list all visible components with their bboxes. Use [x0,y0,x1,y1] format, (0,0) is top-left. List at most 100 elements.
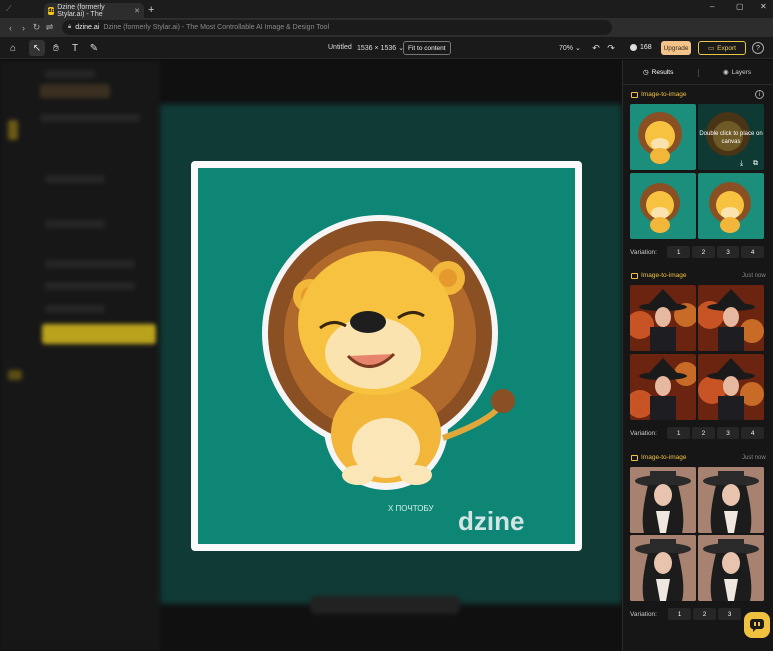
result-thumbnail[interactable] [698,354,764,420]
blurred-tool-panel [0,60,160,651]
chevron-down-icon: ⌄ [574,45,581,52]
tab-title: Dzine (formerly Stylar.ai) - The [57,3,105,18]
signature-text: X ПОЧТОБУ [388,504,435,513]
witch-thumb-icon [630,285,696,351]
woman-hat-thumb-icon [630,467,696,533]
minimize-icon[interactable]: – [710,2,714,11]
variation-button-1[interactable]: 1 [668,608,691,620]
address-bar-row: ‹ › ↻ ⇌ 🔒︎ dzine.ai Dzine (formerly Styl… [0,18,773,48]
reload-icon[interactable]: ↻ [30,22,43,33]
export-label: Export [717,44,736,52]
redo-icon[interactable]: ↷ [603,40,619,56]
card-title: Image-to-image [631,272,687,279]
lion-thumb-icon [640,183,680,233]
result-thumbnail[interactable] [698,285,764,351]
download-icon[interactable]: ⤓ [740,160,743,168]
tab-results[interactable]: ◷ Results [643,68,674,77]
tab-layers[interactable]: ◉ Layers [723,68,751,77]
chat-bubble-icon [750,619,764,632]
info-icon[interactable]: i [755,90,764,99]
pen-tool-icon[interactable]: ✎ [86,40,102,56]
url-field[interactable]: 🔒︎ dzine.ai Dzine (formerly Stylar.ai) -… [62,20,612,35]
result-thumbnail[interactable] [630,173,696,239]
result-thumbnail[interactable] [630,104,696,170]
dzine-watermark: dzine [458,506,524,536]
url-page-title: Dzine (formerly Stylar.ai) - The Most Co… [103,24,330,31]
image-icon [631,454,638,461]
tab-results-label: Results [651,68,674,76]
image-icon [631,91,638,98]
variation-button-4[interactable]: 4 [741,427,764,439]
dzine-favicon-icon: dz [48,6,55,15]
app-toolbar: ⌂ ↖ ✋︎ T ✎ Untitled 1536 × 1536 ⌄ Fit to… [0,37,773,59]
document-title[interactable]: Untitled [328,44,352,51]
variation-button-3[interactable]: 3 [716,427,740,439]
forward-icon[interactable]: › [17,23,30,33]
variation-button-1[interactable]: 1 [667,246,691,258]
result-thumbnail-hovered[interactable]: Double click to place on canvas ⤓ ⧉ [698,104,764,170]
variation-button-1[interactable]: 1 [667,427,691,439]
close-window-icon[interactable]: ✕ [760,2,767,11]
woman-hat-thumb-icon [630,535,696,601]
new-tab-button[interactable]: + [148,4,154,16]
tab-close-icon[interactable]: ✕ [134,7,140,15]
witch-thumb-icon [698,285,764,351]
variation-row: Variation: 1 2 3 4 [630,245,766,259]
canvas-size-dropdown[interactable]: 1536 × 1536 ⌄ [357,44,404,52]
export-icon: ▭ [708,45,715,52]
result-thumbnail[interactable] [630,467,696,533]
url-host: dzine.ai [75,24,100,31]
export-button[interactable]: ▭ Export [698,41,746,55]
browser-menu-icon[interactable]: ⟋ [6,4,12,14]
site-settings-icon[interactable]: ⇌ [43,22,56,33]
card-title: Image-to-image [631,91,687,98]
home-icon[interactable]: ⌂ [5,40,21,56]
back-icon[interactable]: ‹ [4,23,17,33]
coin-icon [630,44,637,51]
copy-icon[interactable]: ⧉ [753,160,758,168]
variation-button-2[interactable]: 2 [692,427,715,439]
variation-label: Variation: [630,610,657,618]
browser-tab[interactable]: dz Dzine (formerly Stylar.ai) - The ✕ [44,3,144,18]
tab-divider [698,69,699,77]
card-title: Image-to-image [631,454,687,461]
blurred-bottom-toolbar [310,596,460,614]
zoom-dropdown[interactable]: 70% ⌄ [559,44,581,52]
card-title-label: Image-to-image [641,272,687,279]
result-thumbnail[interactable] [630,535,696,601]
variation-button-3[interactable]: 3 [718,608,741,620]
variation-button-4[interactable]: 4 [741,246,764,258]
select-tool-icon[interactable]: ↖ [29,40,45,56]
woman-hat-thumb-icon [698,467,764,533]
witch-thumb-icon [698,354,764,420]
result-thumbnail[interactable] [698,535,764,601]
artboard-image[interactable]: X ПОЧТОБУ dzine [191,161,582,551]
variation-label: Variation: [630,248,657,256]
lion-thumb-icon [638,112,682,164]
variation-button-3[interactable]: 3 [716,246,740,258]
text-tool-icon[interactable]: T [67,40,83,56]
result-thumbnail[interactable] [698,173,764,239]
canvas-area[interactable]: X ПОЧТОБУ dzine [0,60,622,651]
lion-thumb-icon [709,182,751,233]
undo-icon[interactable]: ↶ [588,40,604,56]
result-thumbnail[interactable] [630,285,696,351]
result-thumbnail[interactable] [630,354,696,420]
help-button[interactable]: ? [752,42,764,54]
browser-tab-bar: ⟋ dz Dzine (formerly Stylar.ai) - The ✕ … [0,0,773,18]
result-thumbnail[interactable] [698,467,764,533]
upgrade-button[interactable]: Upgrade [661,41,691,55]
variation-button-2[interactable]: 2 [693,608,716,620]
fit-to-content-button[interactable]: Fit to content [403,41,451,55]
panel-divider [623,84,773,85]
card-title-label: Image-to-image [641,91,687,98]
lock-icon: 🔒︎ [68,24,72,30]
variation-label: Variation: [630,429,657,437]
maximize-icon[interactable]: ▢ [736,2,744,11]
eye-icon: ◉ [723,69,729,76]
hand-tool-icon[interactable]: ✋︎ [48,40,64,56]
variation-button-2[interactable]: 2 [692,246,715,258]
credits-display[interactable]: 168 [630,44,652,51]
chat-support-button[interactable] [744,612,770,638]
history-icon: ◷ [643,69,649,76]
